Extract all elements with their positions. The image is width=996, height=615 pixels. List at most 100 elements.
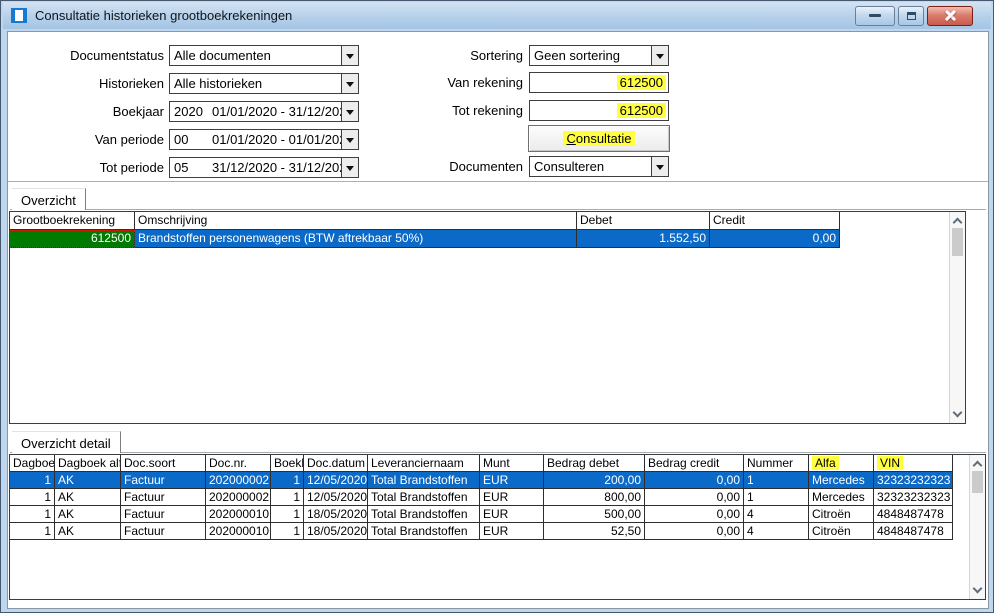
- table-cell[interactable]: 4: [744, 523, 809, 540]
- column-header[interactable]: Credit: [710, 212, 840, 230]
- documentstatus-select[interactable]: Alle documenten: [169, 45, 359, 66]
- chevron-down-icon[interactable]: [651, 157, 668, 176]
- table-cell[interactable]: 1: [744, 472, 809, 489]
- scroll-down-icon[interactable]: [950, 407, 965, 422]
- tab-overzicht[interactable]: Overzicht: [12, 188, 86, 210]
- close-button[interactable]: [927, 6, 973, 26]
- column-header[interactable]: Leveranciernaam: [368, 455, 480, 472]
- column-header[interactable]: Grootboekrekening: [10, 212, 135, 230]
- scrollbar-thumb[interactable]: [972, 471, 983, 493]
- table-cell[interactable]: 202000002: [206, 472, 271, 489]
- table-cell[interactable]: Factuur: [121, 506, 206, 523]
- sortering-select[interactable]: Geen sortering: [529, 45, 669, 66]
- table-cell[interactable]: 1: [271, 472, 304, 489]
- table-cell[interactable]: 800,00: [544, 489, 645, 506]
- table-cell[interactable]: 1: [10, 472, 55, 489]
- table-cell[interactable]: 12/05/2020: [304, 489, 368, 506]
- column-header[interactable]: Doc.nr.: [206, 455, 271, 472]
- scroll-down-icon[interactable]: [970, 583, 985, 598]
- table-cell[interactable]: EUR: [480, 506, 544, 523]
- table-cell[interactable]: 202000002: [206, 489, 271, 506]
- table-cell[interactable]: AK: [55, 506, 121, 523]
- van-periode-select[interactable]: 0001/01/2020 - 01/01/2020: [169, 129, 359, 150]
- column-header[interactable]: Alfa: [809, 455, 874, 472]
- boekjaar-select[interactable]: 202001/01/2020 - 31/12/2020: [169, 101, 359, 122]
- table-cell[interactable]: 12/05/2020: [304, 472, 368, 489]
- table-cell[interactable]: 52,50: [544, 523, 645, 540]
- scroll-up-icon[interactable]: [970, 456, 985, 471]
- table-cell[interactable]: 202000010: [206, 523, 271, 540]
- chevron-down-icon[interactable]: [341, 158, 358, 177]
- column-header[interactable]: Doc.soort: [121, 455, 206, 472]
- column-header[interactable]: Bedrag credit: [645, 455, 744, 472]
- chevron-down-icon[interactable]: [341, 74, 358, 93]
- table-cell[interactable]: 1: [744, 489, 809, 506]
- table-cell[interactable]: AK: [55, 523, 121, 540]
- column-header[interactable]: Omschrijving: [135, 212, 577, 230]
- chevron-down-icon[interactable]: [341, 102, 358, 121]
- table-cell[interactable]: 500,00: [544, 506, 645, 523]
- table-cell[interactable]: 1: [271, 489, 304, 506]
- van-rekening-input[interactable]: 612500: [529, 72, 669, 93]
- column-header[interactable]: VIN: [874, 455, 953, 472]
- table-cell[interactable]: EUR: [480, 489, 544, 506]
- chevron-down-icon[interactable]: [341, 46, 358, 65]
- table-cell[interactable]: Mercedes: [809, 489, 874, 506]
- table-cell[interactable]: 4: [744, 506, 809, 523]
- table-cell[interactable]: 0,00: [645, 472, 744, 489]
- table-cell[interactable]: Factuur: [121, 489, 206, 506]
- table-cell[interactable]: 1: [10, 489, 55, 506]
- table-cell[interactable]: 1: [10, 506, 55, 523]
- column-header[interactable]: Nummer: [744, 455, 809, 472]
- table-cell[interactable]: Factuur: [121, 472, 206, 489]
- table-cell[interactable]: Citroën: [809, 506, 874, 523]
- table-cell[interactable]: 1: [271, 506, 304, 523]
- table-cell[interactable]: 4848487478: [874, 523, 953, 540]
- table-row[interactable]: 1AKFactuur202000010118/05/2020Total Bran…: [10, 523, 953, 540]
- table-cell[interactable]: EUR: [480, 472, 544, 489]
- table-cell[interactable]: 202000010: [206, 506, 271, 523]
- consultatie-button[interactable]: Consultatie: [528, 125, 670, 152]
- overzicht-detail-scrollbar[interactable]: [969, 455, 985, 599]
- table-cell[interactable]: 1.552,50: [577, 230, 710, 248]
- table-cell[interactable]: 32323232323: [874, 489, 953, 506]
- column-header[interactable]: Munt: [480, 455, 544, 472]
- table-cell[interactable]: 18/05/2020: [304, 523, 368, 540]
- column-header[interactable]: Doc.datum: [304, 455, 368, 472]
- minimize-button[interactable]: [855, 6, 895, 26]
- table-cell[interactable]: 200,00: [544, 472, 645, 489]
- historieken-select[interactable]: Alle historieken: [169, 73, 359, 94]
- table-cell[interactable]: 4848487478: [874, 506, 953, 523]
- table-row[interactable]: 612500Brandstoffen personenwagens (BTW a…: [10, 230, 840, 248]
- table-row[interactable]: 1AKFactuur202000002112/05/2020Total Bran…: [10, 489, 953, 506]
- column-header[interactable]: Bedrag debet: [544, 455, 645, 472]
- table-cell[interactable]: 18/05/2020: [304, 506, 368, 523]
- table-cell[interactable]: Factuur: [121, 523, 206, 540]
- column-header[interactable]: Debet: [577, 212, 710, 230]
- scrollbar-thumb[interactable]: [952, 228, 963, 256]
- table-cell[interactable]: 32323232323: [874, 472, 953, 489]
- table-cell[interactable]: Total Brandstoffen: [368, 489, 480, 506]
- table-cell[interactable]: Total Brandstoffen: [368, 506, 480, 523]
- overzicht-scrollbar[interactable]: [949, 212, 965, 423]
- table-cell[interactable]: AK: [55, 489, 121, 506]
- tot-rekening-input[interactable]: 612500: [529, 100, 669, 121]
- maximize-button[interactable]: [898, 6, 924, 26]
- table-cell[interactable]: 0,00: [645, 489, 744, 506]
- table-cell[interactable]: 1: [271, 523, 304, 540]
- table-row[interactable]: 1AKFactuur202000002112/05/2020Total Bran…: [10, 472, 953, 489]
- column-header[interactable]: Dagboek alfa: [55, 455, 121, 472]
- chevron-down-icon[interactable]: [651, 46, 668, 65]
- table-cell[interactable]: Brandstoffen personenwagens (BTW aftrekb…: [135, 230, 577, 248]
- table-cell[interactable]: 1: [10, 523, 55, 540]
- column-header[interactable]: Boekh: [271, 455, 304, 472]
- tab-overzicht-detail[interactable]: Overzicht detail: [12, 431, 121, 453]
- table-cell[interactable]: AK: [55, 472, 121, 489]
- chevron-down-icon[interactable]: [341, 130, 358, 149]
- scroll-up-icon[interactable]: [950, 213, 965, 228]
- table-cell[interactable]: EUR: [480, 523, 544, 540]
- table-cell[interactable]: Total Brandstoffen: [368, 523, 480, 540]
- table-cell[interactable]: Citroën: [809, 523, 874, 540]
- tot-periode-select[interactable]: 0531/12/2020 - 31/12/2020: [169, 157, 359, 178]
- table-cell[interactable]: 0,00: [645, 506, 744, 523]
